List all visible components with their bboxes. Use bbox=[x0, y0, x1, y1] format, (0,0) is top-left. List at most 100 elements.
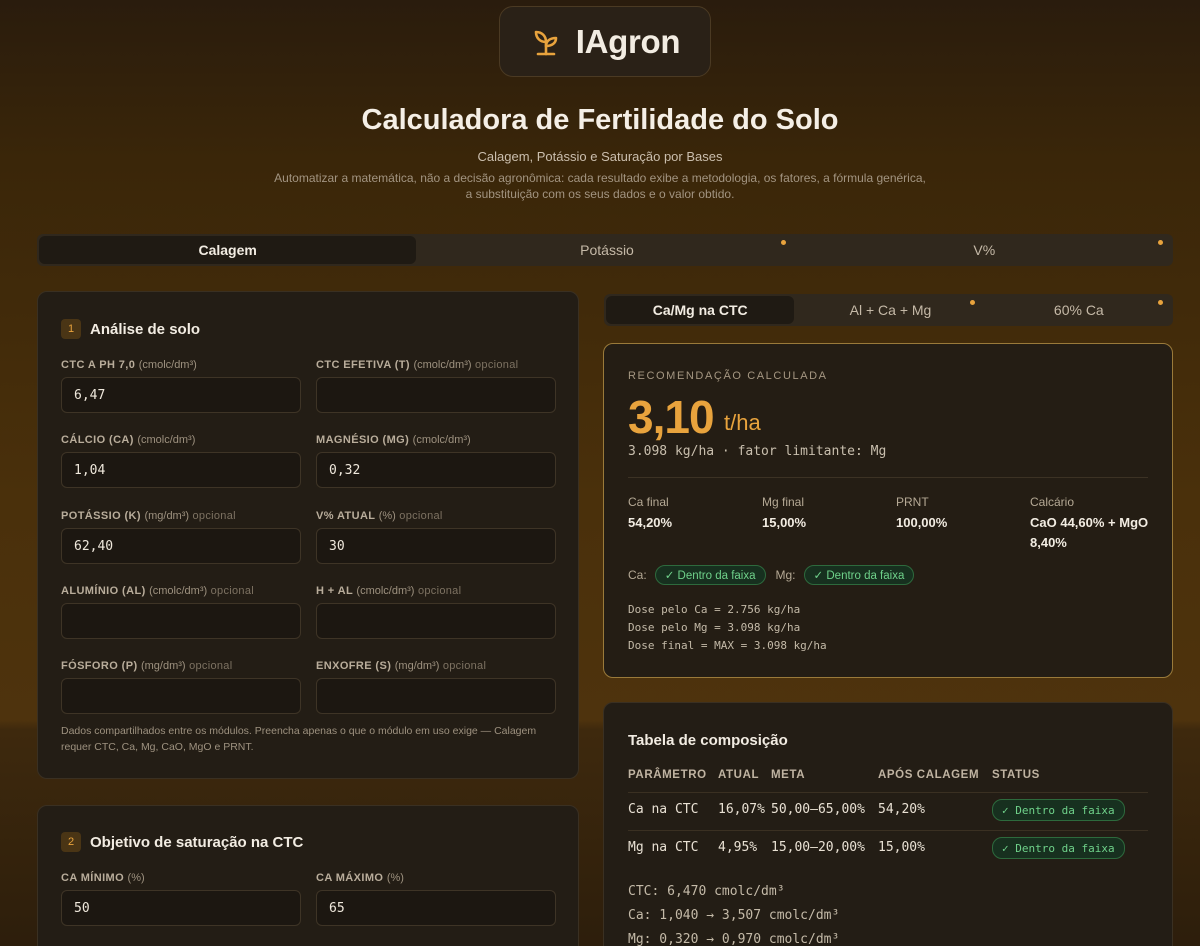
stat-prnt: PRNT 100,00% bbox=[896, 495, 948, 530]
dose-line: Dose pelo Ca = 2.756 kg/ha bbox=[628, 603, 801, 616]
field-label: V% ATUAL (%) opcional bbox=[316, 510, 443, 522]
calc-line: CTC: 6,470 cmolc/dm³ bbox=[628, 884, 785, 899]
ca-minimo-input[interactable]: 50 bbox=[61, 890, 301, 926]
divider bbox=[628, 830, 1148, 831]
calcio-input[interactable]: 1,04 bbox=[61, 452, 301, 488]
field-label: CTC A PH 7,0 (cmolc/dm³) bbox=[61, 359, 197, 371]
tab-ca-mg-ctc[interactable]: Ca/Mg na CTC bbox=[606, 296, 795, 324]
v-atual-input[interactable]: 30 bbox=[316, 528, 556, 564]
cell-param: Mg na CTC bbox=[628, 840, 699, 855]
potassio-input[interactable]: 62,40 bbox=[61, 528, 301, 564]
tab-label: Calagem bbox=[198, 242, 257, 258]
tab-v-percent[interactable]: V% bbox=[796, 234, 1173, 266]
section-title: Objetivo de saturação na CTC bbox=[90, 833, 304, 851]
h-al-field: H + AL (cmolc/dm³) opcional bbox=[316, 585, 556, 639]
field-label: CÁLCIO (CA) (cmolc/dm³) bbox=[61, 434, 196, 446]
ca-label: Ca: bbox=[628, 568, 647, 582]
aluminio-input[interactable] bbox=[61, 603, 301, 639]
status-badges: Ca: ✓ Dentro da faixa Mg: ✓ Dentro da fa… bbox=[628, 565, 915, 585]
column-header: APÓS CALAGEM bbox=[878, 769, 980, 781]
indicator-dot bbox=[1157, 300, 1163, 305]
stat-ca-final: Ca final 54,20% bbox=[628, 495, 673, 530]
cell-meta: 50,00–65,00% bbox=[771, 802, 865, 817]
field-label: MAGNÉSIO (MG) (cmolc/dm³) bbox=[316, 434, 471, 446]
ctc-input[interactable]: 6,47 bbox=[61, 377, 301, 413]
column-header: META bbox=[771, 769, 806, 781]
tab-label: V% bbox=[973, 242, 996, 258]
page-title: Calculadora de Fertilidade do Solo bbox=[361, 104, 839, 136]
column-header: STATUS bbox=[992, 769, 1040, 781]
section-header: 1 Análise de solo bbox=[61, 319, 200, 339]
recommendation-kicker: RECOMENDAÇÃO CALCULADA bbox=[628, 370, 828, 382]
status-badge: ✓ Dentro da faixa bbox=[992, 837, 1125, 859]
calcio-field: CÁLCIO (CA) (cmolc/dm³) 1,04 bbox=[61, 434, 301, 488]
main-tabs: Calagem Potássio V% bbox=[37, 234, 1173, 266]
h-al-input[interactable] bbox=[316, 603, 556, 639]
field-label: H + AL (cmolc/dm³) opcional bbox=[316, 585, 462, 597]
help-note: Dados compartilhados entre os módulos. P… bbox=[61, 725, 537, 753]
tab-label: 60% Ca bbox=[1053, 302, 1104, 318]
field-label: CA MÁXIMO (%) bbox=[316, 872, 404, 884]
ca-minimo-field: CA MÍNIMO (%) 50 bbox=[61, 872, 301, 926]
magnesio-field: MAGNÉSIO (MG) (cmolc/dm³) 0,32 bbox=[316, 434, 556, 488]
calc-line: Ca: 1,040 → 3,507 cmolc/dm³ bbox=[628, 908, 840, 923]
dose-line: Dose final = MAX = 3.098 kg/ha bbox=[628, 639, 827, 652]
sprout-icon bbox=[534, 30, 558, 55]
ctc-efetiva-input[interactable] bbox=[316, 377, 556, 413]
divider bbox=[628, 477, 1148, 478]
section-title: Análise de solo bbox=[90, 320, 201, 338]
field-label: ALUMÍNIO (AL) (cmolc/dm³) opcional bbox=[61, 585, 255, 597]
magnesio-input[interactable]: 0,32 bbox=[316, 452, 556, 488]
recommendation-detail: 3.098 kg/ha · fator limitante: Mg bbox=[628, 444, 887, 459]
fosforo-field: FÓSFORO (P) (mg/dm³) opcional bbox=[61, 660, 301, 714]
field-label: CTC EFETIVA (T) (cmolc/dm³) opcional bbox=[316, 359, 519, 371]
section-number: 2 bbox=[61, 832, 81, 852]
indicator-dot bbox=[1157, 240, 1163, 245]
stat-calcario: Calcário CaO 44,60% + MgO 8,40% bbox=[1030, 495, 1149, 550]
recommendation-unit: t/ha bbox=[724, 410, 761, 435]
recommendation-value: 3,10 bbox=[628, 391, 715, 443]
method-tabs: Ca/Mg na CTC Al + Ca + Mg 60% Ca bbox=[604, 294, 1173, 326]
cell-param: Ca na CTC bbox=[628, 802, 699, 817]
mg-status-badge: ✓ Dentro da faixa bbox=[803, 565, 915, 585]
aluminio-field: ALUMÍNIO (AL) (cmolc/dm³) opcional bbox=[61, 585, 301, 639]
cell-apos: 15,00% bbox=[878, 840, 925, 855]
tab-calagem[interactable]: Calagem bbox=[39, 236, 417, 264]
composition-table-card: Tabela de composição PARÂMETRO ATUAL MET… bbox=[603, 702, 1173, 946]
column-header: ATUAL bbox=[718, 769, 760, 781]
mg-label: Mg: bbox=[775, 568, 796, 582]
ca-maximo-field: CA MÁXIMO (%) 65 bbox=[316, 872, 556, 926]
enxofre-input[interactable] bbox=[316, 678, 556, 714]
brand-logo[interactable]: IAgron bbox=[499, 6, 711, 77]
enxofre-field: ENXOFRE (S) (mg/dm³) opcional bbox=[316, 660, 556, 714]
fosforo-input[interactable] bbox=[61, 678, 301, 714]
tab-label: Ca/Mg na CTC bbox=[652, 302, 748, 318]
cell-apos: 54,20% bbox=[878, 802, 925, 817]
cell-atual: 16,07% bbox=[718, 802, 765, 817]
field-label: ENXOFRE (S) (mg/dm³) opcional bbox=[316, 660, 487, 672]
cell-atual: 4,95% bbox=[718, 840, 758, 855]
cell-meta: 15,00–20,00% bbox=[771, 840, 865, 855]
tab-al-ca-mg[interactable]: Al + Ca + Mg bbox=[796, 294, 984, 326]
potassio-field: POTÁSSIO (K) (mg/dm³) opcional 62,40 bbox=[61, 510, 301, 564]
v-atual-field: V% ATUAL (%) opcional 30 bbox=[316, 510, 556, 564]
field-label: CA MÍNIMO (%) bbox=[61, 872, 145, 884]
recommendation-card: RECOMENDAÇÃO CALCULADA 3,10 t/ha 3.098 k… bbox=[603, 343, 1173, 678]
field-label: POTÁSSIO (K) (mg/dm³) opcional bbox=[61, 510, 236, 522]
ctc-efetiva-field: CTC EFETIVA (T) (cmolc/dm³) opcional bbox=[316, 359, 556, 413]
dose-line: Dose pelo Mg = 3.098 kg/ha bbox=[628, 621, 801, 634]
field-label: FÓSFORO (P) (mg/dm³) opcional bbox=[61, 660, 233, 672]
status-badge: ✓ Dentro da faixa bbox=[992, 799, 1125, 821]
column-header: PARÂMETRO bbox=[628, 769, 707, 781]
ca-maximo-input[interactable]: 65 bbox=[316, 890, 556, 926]
ca-status-badge: ✓ Dentro da faixa bbox=[654, 565, 766, 585]
tab-potassio[interactable]: Potássio bbox=[418, 234, 795, 266]
divider bbox=[628, 792, 1148, 793]
page-description: Automatizar a matemática, não a decisão … bbox=[274, 171, 926, 201]
tab-60-ca[interactable]: 60% Ca bbox=[985, 294, 1173, 326]
section-number: 1 bbox=[61, 319, 81, 339]
indicator-dot bbox=[780, 240, 786, 245]
ctc-field: CTC A PH 7,0 (cmolc/dm³) 6,47 bbox=[61, 359, 301, 413]
indicator-dot bbox=[969, 300, 975, 305]
saturation-objective-card: 2 Objetivo de saturação na CTC CA MÍNIMO… bbox=[37, 805, 579, 946]
